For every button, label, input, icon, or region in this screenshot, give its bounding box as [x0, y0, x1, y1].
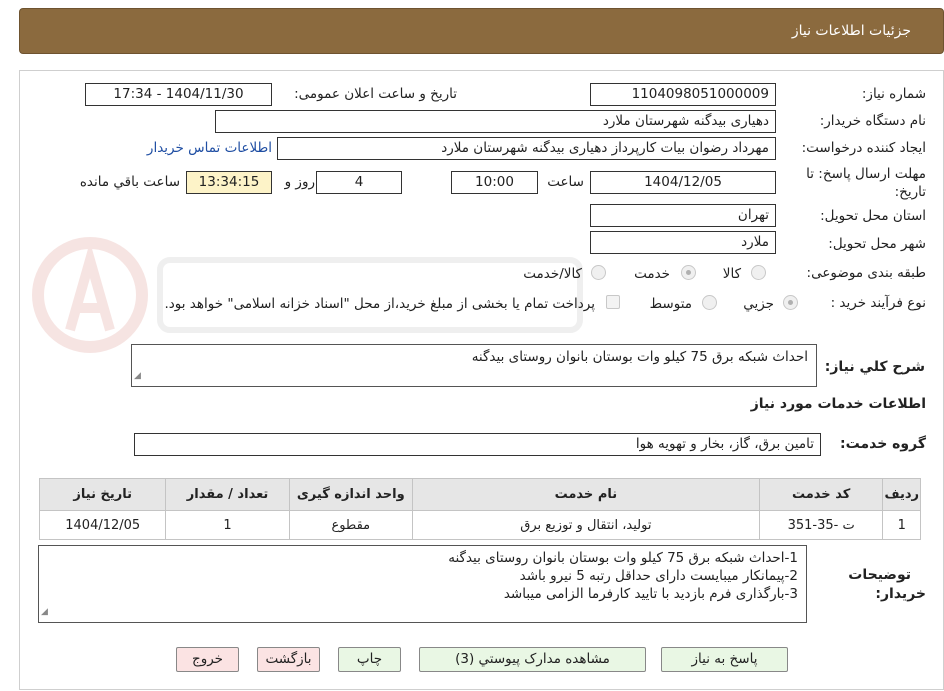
need-number-label: شماره نیاز:	[861, 86, 926, 102]
category-label: طبقه بندی موضوعی:	[806, 265, 926, 281]
back-button[interactable]: بازگشت	[257, 647, 320, 672]
service-group-field: تامین برق، گاز، بخار و تهویه هوا	[134, 433, 821, 456]
days-label: روز و	[284, 174, 315, 190]
exit-button[interactable]: خروج	[176, 647, 239, 672]
cell-service-code: ت -35-351	[758, 510, 884, 540]
process-partial-label: جزیي	[743, 296, 774, 312]
category-service-radio[interactable]	[681, 265, 696, 280]
process-medium-radio[interactable]	[702, 295, 717, 310]
buyer-contact-link[interactable]: اطلاعات تماس خریدار	[147, 140, 272, 156]
summary-textarea[interactable]: احداث شبکه برق 75 کیلو وات بوستان بانوان…	[131, 344, 817, 387]
cell-need-date: 1404/12/05	[38, 510, 167, 540]
need-number-field: 1104098051000009	[590, 83, 776, 106]
remaining-days-field: 4	[316, 171, 402, 194]
services-table: ردیف کد خدمت نام خدمت واحد اندازه گیری ت…	[38, 478, 921, 540]
cell-unit: مقطوع	[288, 510, 413, 540]
deadline-time-field: 10:00	[451, 171, 538, 194]
page-title: جزئیات اطلاعات نیاز	[791, 23, 911, 39]
col-header-row-number: ردیف	[882, 478, 921, 511]
announce-date-label: تاریخ و ساعت اعلان عمومی:	[294, 86, 457, 102]
province-field: تهران	[590, 204, 776, 227]
col-header-quantity: تعداد / مقدار	[165, 478, 290, 511]
service-group-label: گروه خدمت:	[840, 436, 926, 452]
reply-button[interactable]: پاسخ به نیاز	[661, 647, 788, 672]
col-header-unit: واحد اندازه گیری	[288, 478, 413, 511]
buyer-note-line: 2-پیمانکار میبایست دارای حداقل رتبه 5 نی…	[519, 568, 798, 584]
buyer-org-field: دهیاری بیدگنه شهرستان ملارد	[215, 110, 776, 133]
summary-label: شرح کلي نیاز:	[824, 359, 925, 375]
buyer-note-line: 1-احداث شبکه برق 75 کیلو وات بوستان بانو…	[448, 550, 798, 566]
category-goods-service-label: کالا/خدمت	[523, 266, 582, 282]
buyer-note-line: 3-بارگذاری فرم بازدید با تایید کارفرما ا…	[503, 586, 798, 602]
deadline-label-date: تاریخ:	[894, 184, 926, 200]
process-partial-radio[interactable]	[783, 295, 798, 310]
city-label: شهر محل تحویل:	[828, 236, 926, 252]
table-header-row: ردیف کد خدمت نام خدمت واحد اندازه گیری ت…	[38, 478, 921, 511]
announce-date-field: 1404/11/30 - 17:34	[85, 83, 272, 106]
col-header-need-date: تاریخ نیاز	[38, 478, 167, 511]
requester-label: ایجاد کننده درخواست:	[801, 140, 926, 156]
print-button[interactable]: چاپ	[338, 647, 401, 672]
requester-field: مهرداد رضوان بیات کارپرداز دهیاری بیدگنه…	[277, 137, 776, 160]
summary-text: احداث شبکه برق 75 کیلو وات بوستان بانوان…	[471, 349, 808, 365]
cell-quantity: 1	[165, 510, 290, 540]
col-header-service-name: نام خدمت	[411, 478, 760, 511]
deadline-date-field: 1404/12/05	[590, 171, 776, 194]
cell-service-name: تولید، انتقال و توزیع برق	[411, 510, 760, 540]
deadline-time-label: ساعت	[547, 174, 584, 190]
process-medium-label: متوسط	[649, 296, 692, 312]
cell-row-number: 1	[882, 510, 921, 540]
treasury-payment-note: پرداخت تمام یا بخشی از مبلغ خرید،از محل …	[164, 296, 595, 312]
category-goods-radio[interactable]	[751, 265, 766, 280]
resize-grip-icon[interactable]: ◢	[134, 367, 141, 385]
category-goods-label: کالا	[722, 266, 741, 282]
buyer-notes-label: توضیحات	[848, 567, 911, 583]
buyer-notes-label-2: خریدار:	[875, 586, 926, 602]
page-header: جزئیات اطلاعات نیاز	[19, 8, 944, 54]
services-section-title: اطلاعات خدمات مورد نیاز	[750, 396, 926, 412]
table-row: 1 ت -35-351 تولید، انتقال و توزیع برق مق…	[38, 510, 921, 540]
buyer-notes-textarea[interactable]: 1-احداث شبکه برق 75 کیلو وات بوستان بانو…	[38, 545, 807, 623]
category-goods-service-radio[interactable]	[591, 265, 606, 280]
resize-grip-icon[interactable]: ◢	[41, 603, 48, 621]
process-type-label: نوع فرآیند خرید :	[830, 295, 926, 311]
col-header-service-code: کد خدمت	[758, 478, 884, 511]
category-service-label: خدمت	[634, 266, 670, 282]
deadline-label: مهلت ارسال پاسخ: تا	[806, 166, 926, 182]
buyer-org-label: نام دستگاه خریدار:	[819, 113, 926, 129]
remaining-time-field: 13:34:15	[186, 171, 272, 194]
province-label: استان محل تحویل:	[820, 208, 926, 224]
city-field: ملارد	[590, 231, 776, 254]
treasury-payment-checkbox[interactable]	[606, 295, 620, 309]
watermark-logo	[32, 237, 583, 353]
view-attachments-button[interactable]: مشاهده مدارک پیوستي (3)	[419, 647, 646, 672]
remaining-label: ساعت باقي مانده	[79, 174, 180, 190]
